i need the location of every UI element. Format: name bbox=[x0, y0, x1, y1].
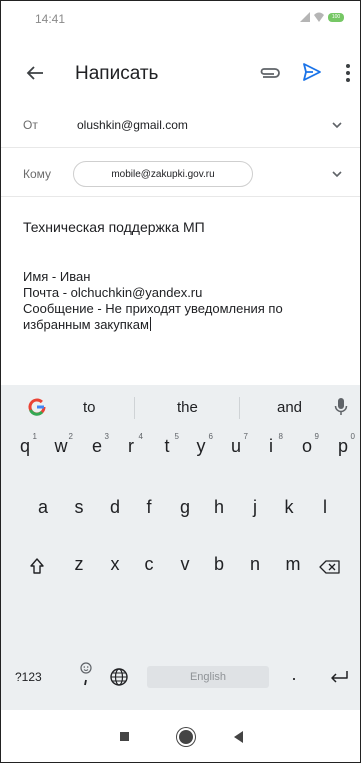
key-r[interactable]: r4 bbox=[121, 432, 143, 457]
backspace-icon[interactable] bbox=[319, 560, 341, 574]
key-n[interactable]: n bbox=[245, 554, 265, 575]
page-title: Написать bbox=[75, 63, 159, 84]
attach-icon[interactable] bbox=[257, 65, 281, 81]
text-caret bbox=[149, 317, 151, 331]
key-r-hint: 4 bbox=[138, 432, 143, 441]
suggestion-divider bbox=[134, 397, 135, 419]
status-bar: 14:41 100 bbox=[1, 1, 360, 37]
key-y-hint: 6 bbox=[208, 432, 213, 441]
to-label: Кому bbox=[23, 167, 52, 181]
key-o[interactable]: o9 bbox=[297, 432, 319, 457]
from-field[interactable]: От olushkin@gmail.com bbox=[1, 104, 360, 148]
key-q-hint: 1 bbox=[32, 432, 37, 441]
key-u-label: u bbox=[230, 436, 241, 456]
key-s[interactable]: s bbox=[69, 497, 89, 518]
wifi-icon bbox=[314, 12, 324, 22]
key-p-hint: 0 bbox=[350, 432, 355, 441]
key-e-label: e bbox=[91, 436, 102, 456]
suggestion-to[interactable]: to bbox=[83, 399, 96, 416]
suggestion-the[interactable]: the bbox=[177, 399, 198, 416]
key-l[interactable]: l bbox=[315, 497, 335, 518]
suggestion-and[interactable]: and bbox=[277, 399, 302, 416]
body-line: Сообщение - Не приходят уведомления по bbox=[23, 301, 283, 316]
key-b[interactable]: b bbox=[209, 554, 229, 575]
key-w-label: w bbox=[54, 436, 68, 456]
key-f[interactable]: f bbox=[139, 497, 159, 518]
key-z[interactable]: z bbox=[69, 554, 89, 575]
microphone-icon[interactable] bbox=[334, 397, 348, 417]
key-i-label: i bbox=[269, 436, 273, 456]
recents-icon[interactable] bbox=[120, 732, 129, 741]
key-t-hint: 5 bbox=[174, 432, 179, 441]
key-q-label: q bbox=[19, 436, 30, 456]
key-e[interactable]: e3 bbox=[87, 432, 109, 457]
key-g[interactable]: g bbox=[175, 497, 195, 518]
from-label: От bbox=[23, 118, 38, 132]
key-t[interactable]: t5 bbox=[157, 432, 179, 457]
key-v[interactable]: v bbox=[175, 554, 195, 575]
home-icon[interactable] bbox=[179, 730, 193, 744]
more-options-icon[interactable] bbox=[345, 63, 351, 83]
space-bar[interactable]: English bbox=[147, 666, 269, 688]
key-p[interactable]: p0 bbox=[333, 432, 355, 457]
key-i[interactable]: i8 bbox=[261, 432, 283, 457]
period-key[interactable]: . bbox=[287, 664, 301, 685]
key-u-hint: 7 bbox=[243, 432, 248, 441]
suggestion-strip: to the and bbox=[1, 385, 360, 431]
chevron-down-icon[interactable] bbox=[330, 118, 344, 132]
key-d[interactable]: d bbox=[105, 497, 125, 518]
key-w[interactable]: w2 bbox=[51, 432, 74, 457]
key-a[interactable]: a bbox=[33, 497, 53, 518]
key-y[interactable]: y6 bbox=[191, 432, 214, 457]
key-i-hint: 8 bbox=[278, 432, 283, 441]
emoji-comma-icon[interactable] bbox=[78, 661, 94, 687]
subject-field[interactable]: Техническая поддержка МП bbox=[23, 219, 205, 235]
phone-screen: 14:41 100 Написать От olushkin@gmail.com… bbox=[0, 0, 361, 763]
google-g-icon[interactable] bbox=[27, 397, 47, 417]
key-e-hint: 3 bbox=[104, 432, 109, 441]
back-arrow-icon[interactable] bbox=[23, 61, 47, 85]
key-j[interactable]: j bbox=[245, 497, 265, 518]
message-body[interactable]: Имя - Иван Почта - olchuchkin@yandex.ru … bbox=[23, 269, 343, 333]
key-m[interactable]: m bbox=[281, 554, 305, 575]
body-line: Почта - olchuchkin@yandex.ru bbox=[23, 285, 203, 300]
recipient-chip[interactable]: mobile@zakupki.gov.ru bbox=[73, 161, 253, 187]
from-address: olushkin@gmail.com bbox=[77, 118, 188, 132]
app-bar: Написать bbox=[1, 51, 360, 95]
system-nav-bar bbox=[1, 710, 360, 762]
key-c[interactable]: c bbox=[139, 554, 159, 575]
key-u[interactable]: u7 bbox=[226, 432, 248, 457]
key-o-label: o bbox=[301, 436, 312, 456]
suggestion-divider bbox=[239, 397, 240, 419]
body-line-last: избранным закупкам bbox=[23, 317, 343, 333]
status-icons: 100 bbox=[300, 12, 344, 22]
key-k[interactable]: k bbox=[279, 497, 299, 518]
symbols-key[interactable]: ?123 bbox=[15, 670, 42, 684]
body-line: Имя - Иван bbox=[23, 269, 91, 284]
back-nav-icon[interactable] bbox=[234, 731, 243, 743]
signal-icon bbox=[300, 12, 310, 22]
key-q[interactable]: q1 bbox=[15, 432, 37, 457]
body-line-text: избранным закупкам bbox=[23, 317, 149, 332]
shift-icon[interactable] bbox=[29, 557, 45, 575]
key-r-label: r bbox=[128, 436, 134, 456]
to-field[interactable]: Кому mobile@zakupki.gov.ru bbox=[1, 153, 360, 197]
key-o-hint: 9 bbox=[314, 432, 319, 441]
status-time: 14:41 bbox=[35, 12, 66, 26]
key-x[interactable]: x bbox=[105, 554, 125, 575]
key-p-label: p bbox=[337, 436, 348, 456]
key-y-label: y bbox=[196, 436, 206, 456]
key-h[interactable]: h bbox=[209, 497, 229, 518]
battery-icon: 100 bbox=[328, 12, 344, 22]
enter-icon[interactable] bbox=[329, 669, 349, 685]
chevron-down-icon[interactable] bbox=[330, 167, 344, 181]
key-w-hint: 2 bbox=[68, 432, 73, 441]
send-icon[interactable] bbox=[301, 61, 323, 83]
key-t-label: t bbox=[164, 436, 170, 456]
keyboard: to the and q1 w2 e3 r4 t5 y6 u7 i8 o9 p0… bbox=[1, 385, 360, 710]
globe-icon[interactable] bbox=[109, 667, 129, 687]
